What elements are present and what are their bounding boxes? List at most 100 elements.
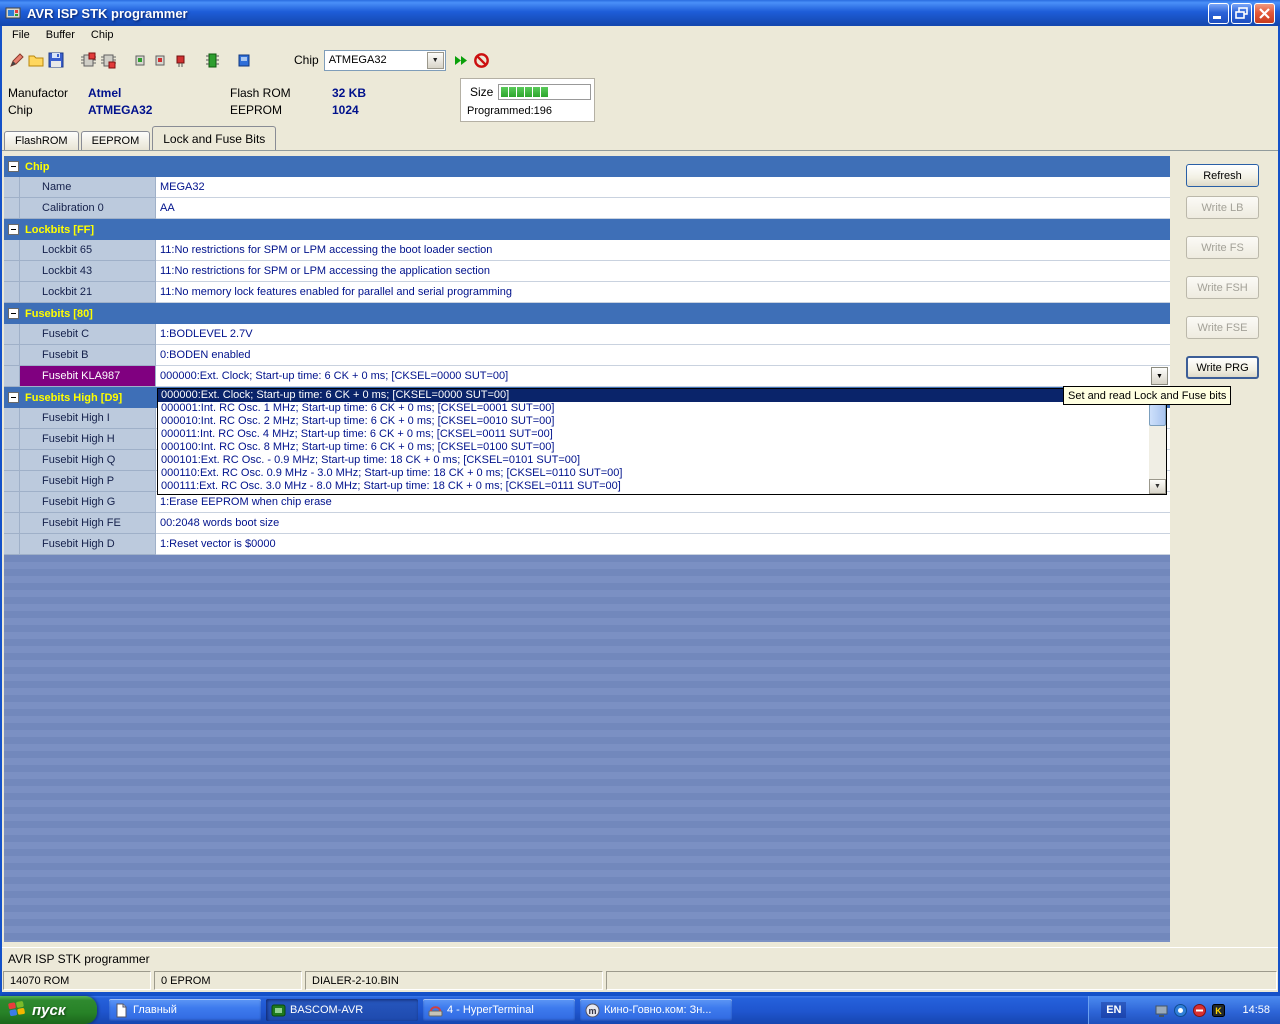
tray-icon-1[interactable] (1154, 1003, 1169, 1018)
row-name[interactable]: NameMEGA32 (4, 177, 1170, 198)
row-fusebit-high-d[interactable]: Fusebit High D 1:Reset vector is $0000 (4, 534, 1170, 555)
tab-flashrom[interactable]: FlashROM (4, 131, 79, 150)
read-chip-icon[interactable] (234, 49, 254, 71)
row-value[interactable]: 1:Reset vector is $0000 (156, 534, 1170, 555)
refresh-button[interactable]: Refresh (1186, 164, 1259, 187)
auto-program-icon[interactable] (452, 49, 472, 71)
section-chip[interactable]: Chip (4, 156, 1170, 177)
tray-icon-3[interactable] (1192, 1003, 1207, 1018)
dropdown-item[interactable]: 000101:Ext. RC Osc. - 0.9 MHz; Start-up … (158, 454, 1149, 467)
section-lockbits-ff[interactable]: Lockbits [FF] (4, 219, 1170, 240)
row-value-text: 1:Erase EEPROM when chip erase (160, 496, 332, 508)
write-lockbits-icon[interactable] (170, 49, 190, 71)
section-fusebits-80[interactable]: Fusebits [80] (4, 303, 1170, 324)
language-indicator[interactable]: EN (1101, 1002, 1126, 1018)
progress-segment (549, 87, 556, 97)
titlebar[interactable]: AVR ISP STK programmer (0, 0, 1280, 26)
toolbar-left-icons (6, 49, 254, 71)
dropdown-item[interactable]: 000011:Int. RC Osc. 4 MHz; Start-up time… (158, 428, 1149, 441)
chip-combobox[interactable]: ATMEGA32 ▼ (324, 50, 446, 71)
tree-cell (4, 471, 20, 492)
row-value-text: AA (160, 202, 175, 214)
row-fusebit-high-g[interactable]: Fusebit High G1:Erase EEPROM when chip e… (4, 492, 1170, 513)
chip-combobox-arrow-icon[interactable]: ▼ (427, 52, 444, 69)
task-browser[interactable]: mКино-Говно.ком: Зн... (580, 999, 732, 1021)
row-value[interactable]: 00:2048 words boot size (156, 513, 1170, 534)
row-value[interactable]: 11:No memory lock features enabled for p… (156, 282, 1170, 303)
row-lockbit-65[interactable]: Lockbit 6511:No restrictions for SPM or … (4, 240, 1170, 261)
task-bascom[interactable]: BASCOM-AVR (266, 999, 418, 1021)
menubar: FileBufferChip (0, 26, 1280, 44)
close-button[interactable] (1254, 3, 1275, 24)
section-label: Fusebits High [D9] (25, 392, 122, 404)
tab-eeprom[interactable]: EEPROM (81, 131, 151, 150)
row-value[interactable]: AA (156, 198, 1170, 219)
save-file-icon[interactable] (46, 49, 66, 71)
progress-segment (525, 87, 532, 97)
scroll-thumb[interactable] (1149, 404, 1166, 426)
dropdown-item[interactable]: 000010:Int. RC Osc. 2 MHz; Start-up time… (158, 415, 1149, 428)
action-buttons-panel: RefreshWrite LBWrite FSWrite FSHWrite FS… (1186, 151, 1266, 379)
collapse-icon[interactable] (8, 224, 19, 235)
erase-icon[interactable] (6, 49, 26, 71)
eeprom-value: 1024 (332, 103, 359, 117)
row-value[interactable]: 11:No restrictions for SPM or LPM access… (156, 261, 1170, 282)
row-fusebit-c[interactable]: Fusebit C1:BODLEVEL 2.7V (4, 324, 1170, 345)
program-flash-icon[interactable] (78, 49, 98, 71)
app-icon (5, 4, 23, 22)
menu-chip[interactable]: Chip (83, 27, 122, 43)
minimize-button[interactable] (1208, 3, 1229, 24)
row-value[interactable]: 1:BODLEVEL 2.7V (156, 324, 1170, 345)
row-value[interactable]: 1:Erase EEPROM when chip erase (156, 492, 1170, 513)
fuse-grid: ChipNameMEGA32Calibration 0AALockbits [F… (4, 156, 1170, 555)
collapse-icon[interactable] (8, 392, 19, 403)
size-panel: Size Programmed:196 (460, 78, 595, 122)
dropdown-item[interactable]: 000000:Ext. Clock; Start-up time: 6 CK +… (158, 389, 1149, 402)
write-eeprom-icon[interactable] (150, 49, 170, 71)
collapse-icon[interactable] (8, 161, 19, 172)
statusbar-text: AVR ISP STK programmer (8, 952, 150, 966)
tree-cell (4, 513, 20, 534)
dropdown-item[interactable]: 000001:Int. RC Osc. 1 MHz; Start-up time… (158, 402, 1149, 415)
menu-file[interactable]: File (4, 27, 38, 43)
dropdown-item[interactable]: 000111:Ext. RC Osc. 3.0 MHz - 8.0 MHz; S… (158, 480, 1149, 493)
open-file-icon[interactable] (26, 49, 46, 71)
row-fusebit-high-fe[interactable]: Fusebit High FE00:2048 words boot size (4, 513, 1170, 534)
row-lockbit-43[interactable]: Lockbit 4311:No restrictions for SPM or … (4, 261, 1170, 282)
dropdown-item[interactable]: 000100:Int. RC Osc. 8 MHz; Start-up time… (158, 441, 1149, 454)
row-label: Fusebit B (20, 345, 156, 366)
fusebit-dropdown-list: 000000:Ext. Clock; Start-up time: 6 CK +… (157, 388, 1167, 495)
scroll-down-icon[interactable]: ▼ (1149, 479, 1166, 494)
write-prg-button[interactable]: Write PRG (1186, 356, 1259, 379)
row-value-text: 000000:Ext. Clock; Start-up time: 6 CK +… (160, 370, 508, 382)
row-fusebit-kla987[interactable]: Fusebit KLA987000000:Ext. Clock; Start-u… (4, 366, 1170, 387)
restore-button[interactable] (1231, 3, 1252, 24)
tray-icon-4[interactable]: K (1211, 1003, 1226, 1018)
row-lockbit-21[interactable]: Lockbit 2111:No memory lock features ena… (4, 282, 1170, 303)
cancel-icon[interactable] (472, 49, 492, 71)
write-flash-icon[interactable] (130, 49, 150, 71)
task-hyperterminal[interactable]: 4 - HyperTerminal (423, 999, 575, 1021)
fusebit-combo-arrow-icon[interactable]: ▼ (1151, 367, 1168, 385)
row-calibration-0[interactable]: Calibration 0AA (4, 198, 1170, 219)
row-value-text: 1:Reset vector is $0000 (160, 538, 276, 550)
status-panel-2: DIALER-2-10.BIN (305, 971, 603, 990)
verify-chip-icon[interactable] (202, 49, 222, 71)
dropdown-item[interactable]: 000110:Ext. RC Osc. 0.9 MHz - 3.0 MHz; S… (158, 467, 1149, 480)
task-doc[interactable]: Главный (109, 999, 261, 1021)
tab-lock-and-fuse-bits[interactable]: Lock and Fuse Bits (152, 126, 276, 150)
row-value[interactable]: MEGA32 (156, 177, 1170, 198)
row-fusebit-b[interactable]: Fusebit B0:BODEN enabled (4, 345, 1170, 366)
start-button[interactable]: пуск (0, 996, 97, 1024)
collapse-icon[interactable] (8, 308, 19, 319)
row-value[interactable]: 11:No restrictions for SPM or LPM access… (156, 240, 1170, 261)
tray-icon-2[interactable] (1173, 1003, 1188, 1018)
row-value[interactable]: 000000:Ext. Clock; Start-up time: 6 CK +… (156, 366, 1170, 387)
row-value[interactable]: 0:BODEN enabled (156, 345, 1170, 366)
row-label: Fusebit High D (20, 534, 156, 555)
program-eeprom-icon[interactable] (98, 49, 118, 71)
menu-buffer[interactable]: Buffer (38, 27, 83, 43)
task-label: Главный (133, 1004, 177, 1016)
tree-cell (4, 534, 20, 555)
eeprom-label: EEPROM (230, 103, 282, 117)
